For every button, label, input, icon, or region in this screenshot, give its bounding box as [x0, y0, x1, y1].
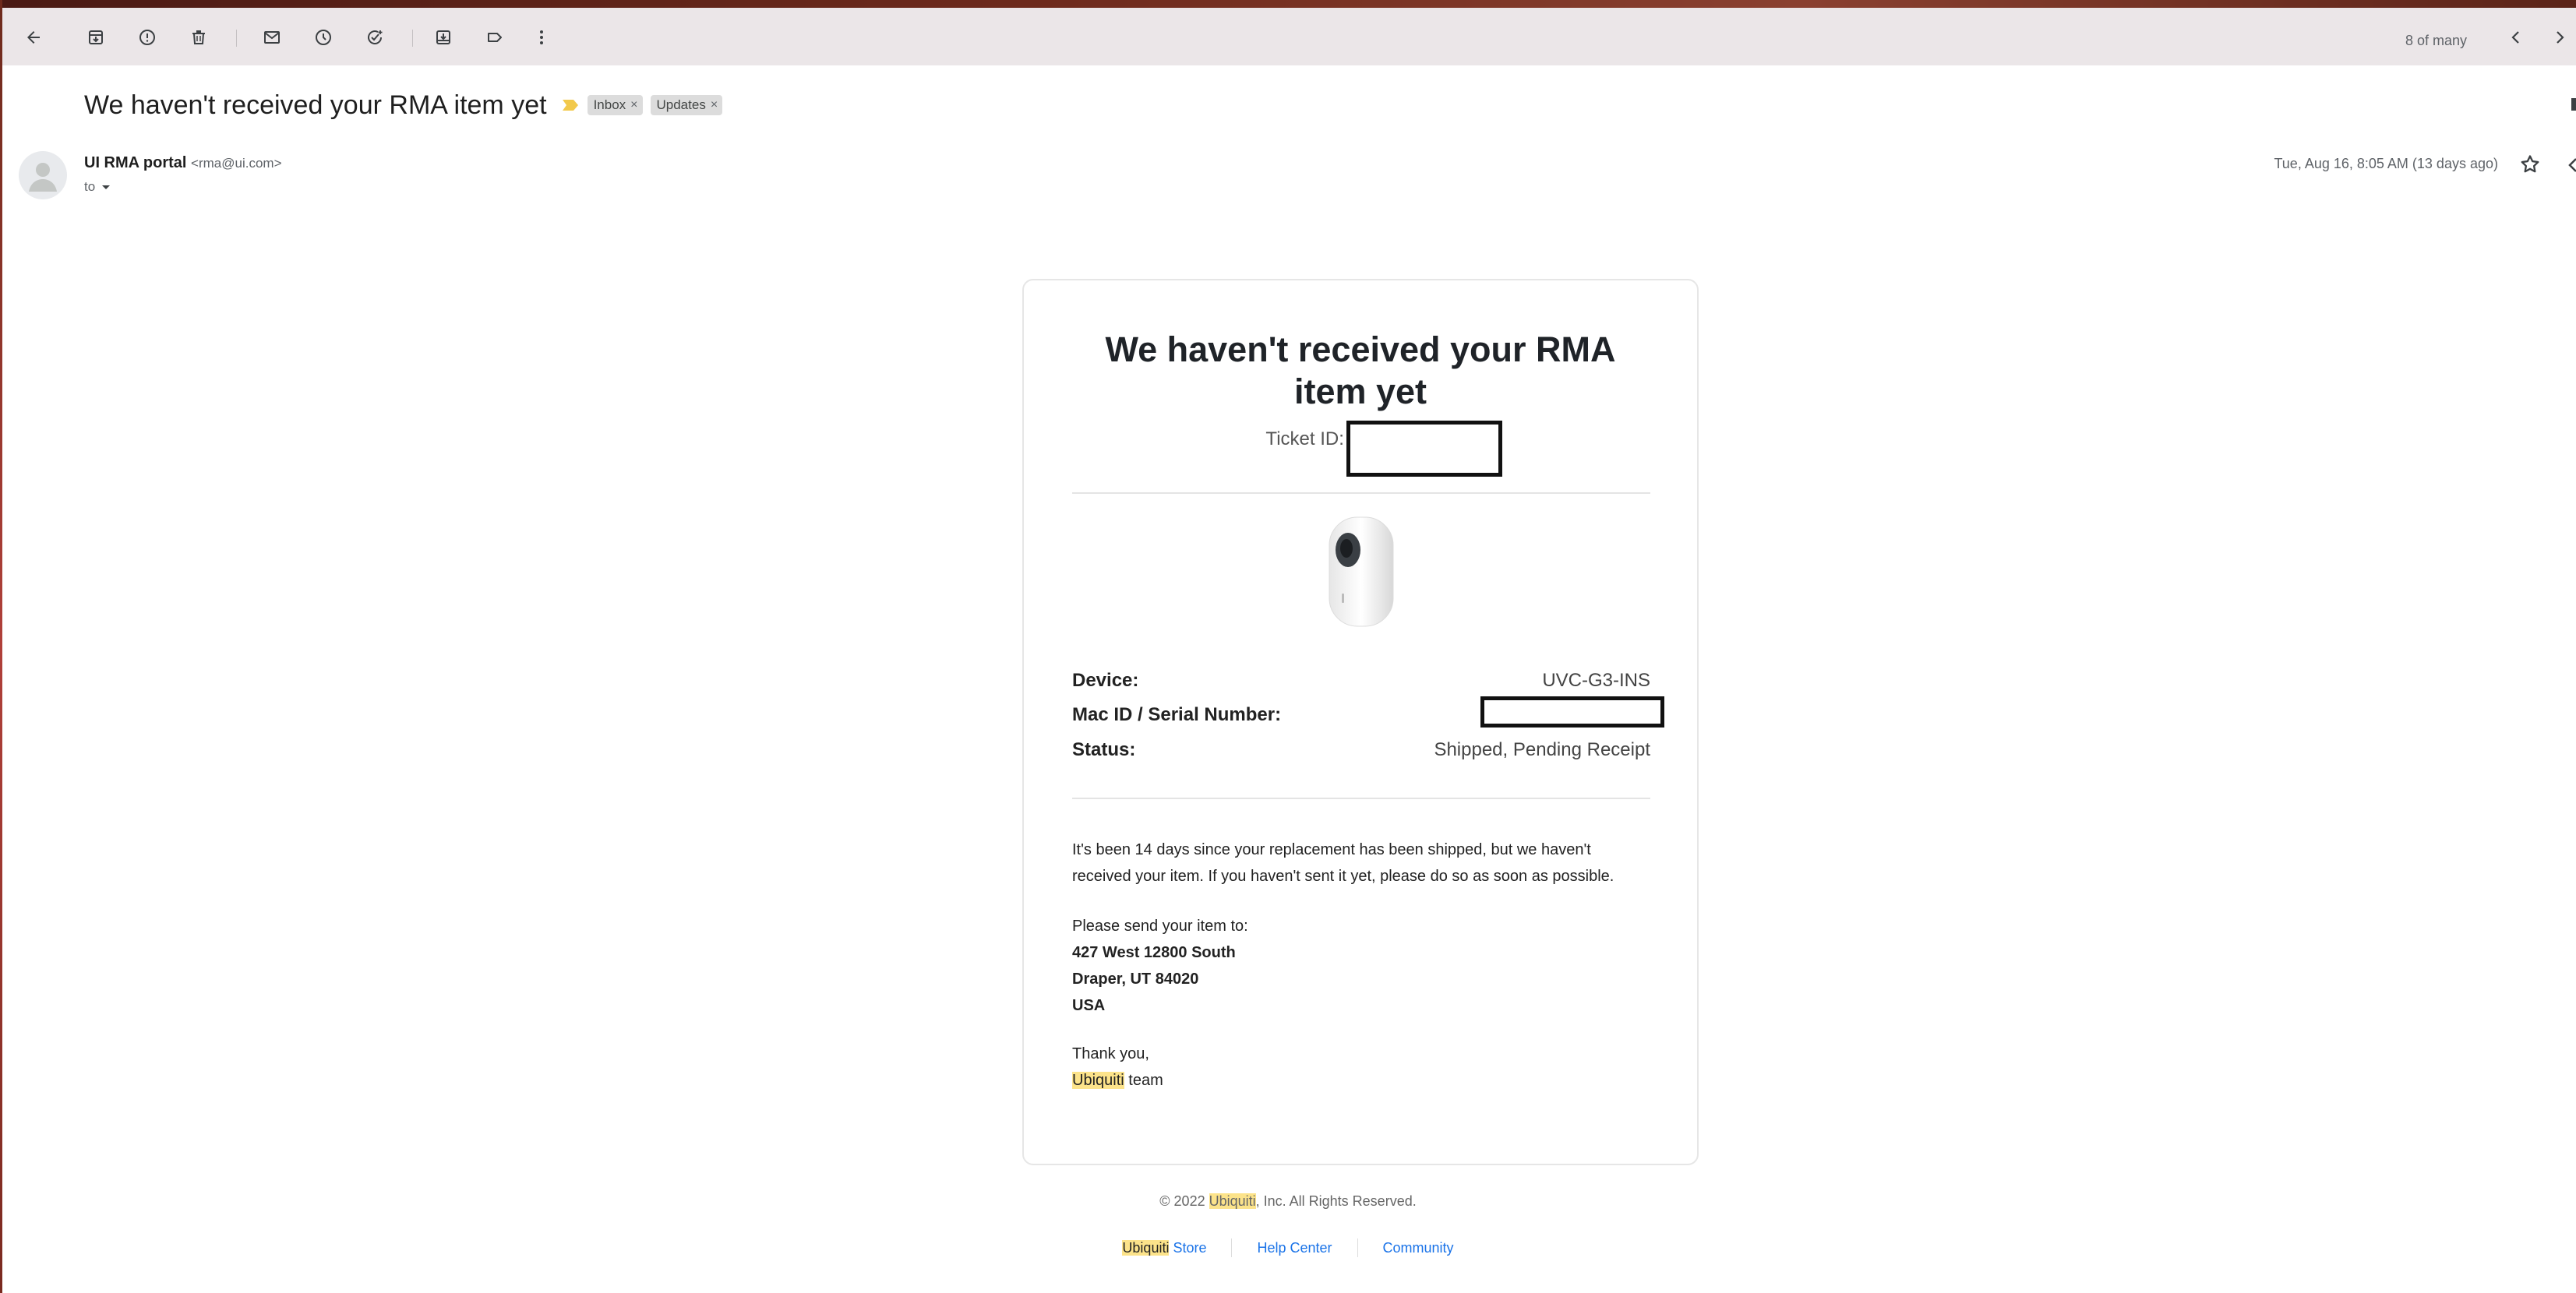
signature-line: Ubiquiti team: [1072, 1067, 1650, 1094]
report-spam-icon[interactable]: [132, 22, 163, 53]
chevron-left-icon[interactable]: [2500, 22, 2532, 53]
redaction-box: [1480, 696, 1664, 728]
recipient-line[interactable]: to: [84, 179, 111, 195]
label-chip-text: Updates: [656, 97, 706, 112]
pager-count: 8 of many: [2405, 33, 2467, 48]
chevron-down-icon[interactable]: [101, 179, 111, 195]
detail-key: Mac ID / Serial Number:: [1072, 704, 1282, 725]
store-link[interactable]: Ubiquiti Store: [1097, 1239, 1231, 1256]
footer-links: Ubiquiti Store Help Center Community: [0, 1238, 2576, 1257]
toolbar-divider: [412, 30, 413, 47]
to-label: to: [84, 179, 96, 194]
avatar[interactable]: [19, 151, 67, 199]
address-line: Draper, UT 84020: [1072, 971, 1199, 988]
copy-prefix: © 2022: [1159, 1193, 1209, 1209]
add-task-icon[interactable]: [359, 22, 390, 53]
detail-value: Shipped, Pending Receipt: [1434, 739, 1650, 760]
label-chip-text: Inbox: [593, 97, 626, 112]
sender-name[interactable]: UI RMA portal: [84, 154, 186, 171]
archive-icon[interactable]: [80, 22, 111, 53]
label-icon[interactable]: [479, 22, 510, 53]
detail-key: Status:: [1072, 739, 1136, 760]
arrow-left-icon[interactable]: [18, 22, 49, 53]
divider: [1072, 492, 1650, 494]
chevron-right-icon[interactable]: [2544, 22, 2575, 53]
brand-highlight: Ubiquiti: [1122, 1239, 1170, 1256]
remove-label-icon[interactable]: ×: [630, 98, 637, 112]
desktop-wallpaper-edge-left: [0, 0, 2, 1293]
brand-highlight: Ubiquiti: [1072, 1072, 1124, 1089]
sender-email: <rma@ui.com>: [191, 156, 282, 171]
detail-row-status: Status: Shipped, Pending Receipt: [1072, 736, 1650, 764]
address-line: USA: [1072, 997, 1106, 1014]
store-link-rest: Store: [1169, 1239, 1207, 1256]
detail-row-device: Device: UVC-G3-INS: [1072, 667, 1650, 695]
copy-suffix: , Inc. All Rights Reserved.: [1255, 1193, 1417, 1209]
gmail-message-view: 8 of many We haven't received your RMA i…: [0, 0, 2576, 1293]
thanks-line: Thank you,: [1072, 1045, 1149, 1062]
more-vertical-icon[interactable]: [526, 22, 557, 53]
desktop-wallpaper-edge: [0, 0, 2576, 8]
star-icon[interactable]: [2517, 151, 2543, 178]
remove-label-icon[interactable]: ×: [711, 98, 718, 112]
body-paragraph: It's been 14 days since your replacement…: [1072, 841, 1614, 885]
email-card: We haven't received your RMA item yet Ti…: [1022, 279, 1699, 1165]
send-to-label: Please send your item to:: [1072, 918, 1248, 935]
move-to-icon[interactable]: [428, 22, 459, 53]
clock-icon[interactable]: [308, 22, 339, 53]
community-link[interactable]: Community: [1358, 1240, 1479, 1256]
help-center-link[interactable]: Help Center: [1232, 1240, 1357, 1256]
importance-marker-icon[interactable]: [561, 98, 580, 112]
brand-highlight: Ubiquiti: [1209, 1193, 1256, 1209]
card-title: We haven't received your RMA item yet: [1105, 329, 1616, 411]
detail-key: Device:: [1072, 670, 1139, 691]
trash-icon[interactable]: [183, 22, 214, 53]
signature-rest: team: [1124, 1072, 1163, 1089]
subject-row: We haven't received your RMA item yet In…: [84, 86, 723, 125]
label-chip-updates[interactable]: Updates ×: [650, 95, 723, 115]
email-subject: We haven't received your RMA item yet: [84, 90, 547, 120]
print-icon[interactable]: [2568, 95, 2576, 114]
email-date: Tue, Aug 16, 8:05 AM (13 days ago): [2274, 156, 2498, 171]
toolbar-divider: [236, 30, 237, 47]
sender-line: UI RMA portal <rma@ui.com>: [84, 154, 282, 172]
detail-value: UVC-G3-INS: [1542, 670, 1650, 691]
camera-product-image: [1326, 514, 1396, 631]
message-toolbar: 8 of many: [2, 8, 2576, 65]
reply-icon[interactable]: [2568, 154, 2576, 176]
label-chip-inbox[interactable]: Inbox ×: [587, 95, 643, 115]
envelope-icon[interactable]: [256, 22, 288, 53]
redaction-box: [1346, 421, 1502, 477]
address-line: 427 West 12800 South: [1072, 944, 1236, 961]
footer-copyright: © 2022 Ubiquiti, Inc. All Rights Reserve…: [0, 1193, 2576, 1210]
divider: [1072, 798, 1650, 799]
